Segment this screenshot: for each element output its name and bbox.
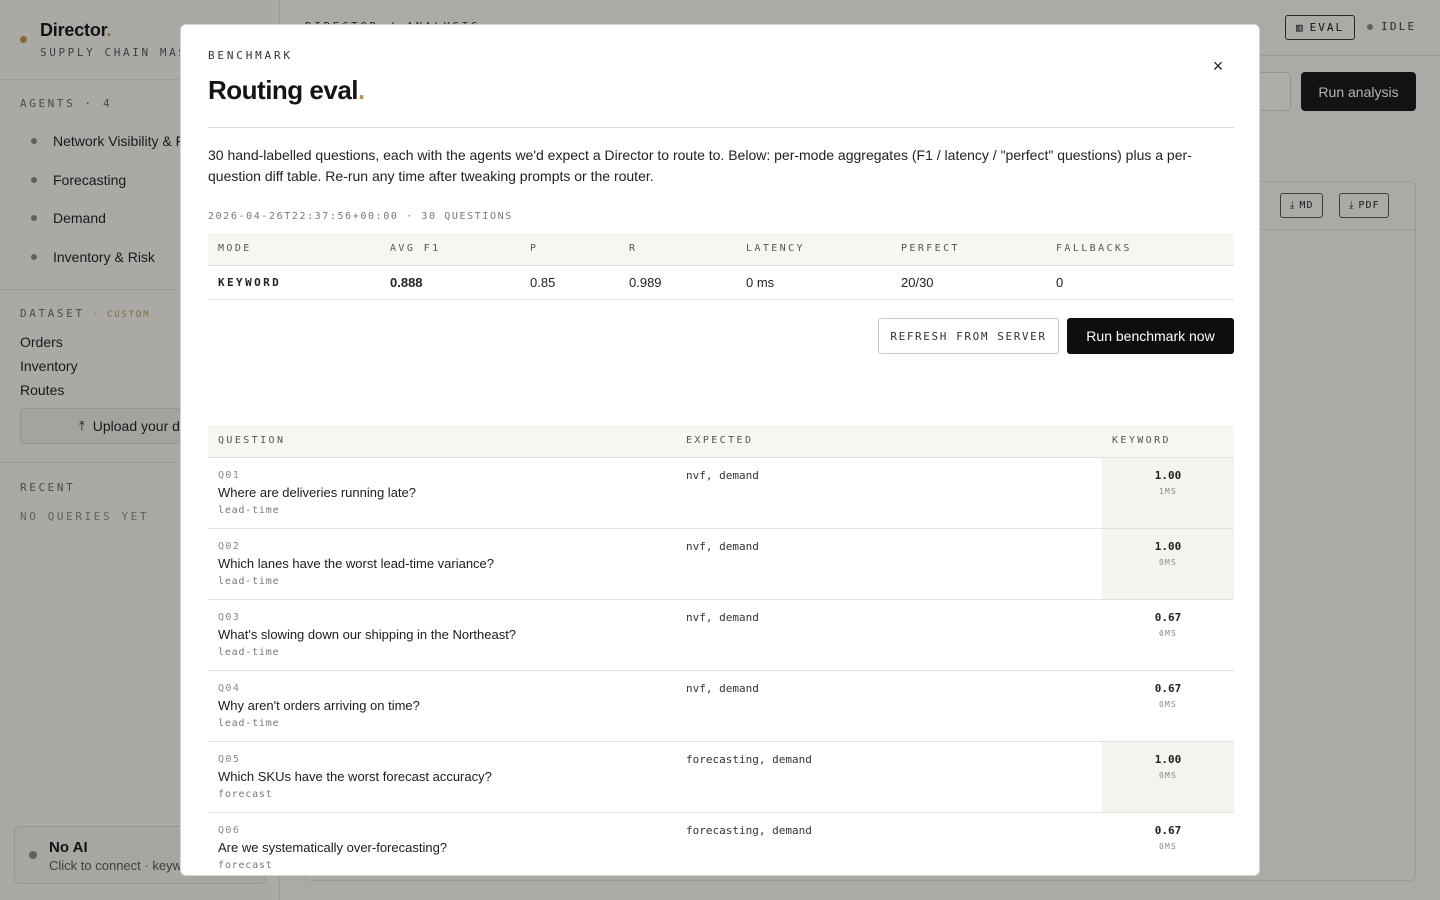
aggregate-row: KEYWORD 0.888 0.85 0.989 0 ms 20/30 0 <box>208 265 1234 300</box>
table-row[interactable]: Q02 Which lanes have the worst lead-time … <box>208 528 1234 600</box>
question-id: Q03 <box>218 611 241 623</box>
question-cell: Q03 What's slowing down our shipping in t… <box>208 599 676 671</box>
latency-value: 0MS <box>1158 770 1178 780</box>
question-tag: forecast <box>218 859 273 871</box>
question-cell: Q01 Where are deliveries running late? lea… <box>208 457 676 529</box>
expected-agents: forecasting, demand <box>686 823 812 837</box>
modal-title: Routing eval. <box>208 75 365 105</box>
question-tag: lead-time <box>218 646 280 658</box>
question-cell: Q06 Are we systematically over-forecastin… <box>208 812 676 875</box>
question-tag: forecast <box>218 788 273 800</box>
f1-score: 0.67 <box>1154 610 1182 624</box>
expected-cell: forecasting, demand <box>676 741 1102 813</box>
expected-cell: nvf, demand <box>676 670 1102 742</box>
col-question: QUESTION <box>208 425 676 458</box>
close-icon[interactable]: × <box>1205 53 1231 79</box>
col-mode: MODE <box>208 233 380 266</box>
expected-cell: forecasting, demand <box>676 812 1102 875</box>
table-row[interactable]: Q03 What's slowing down our shipping in t… <box>208 599 1234 671</box>
question-id: Q01 <box>218 469 241 481</box>
agg-fallbacks: 0 <box>1046 265 1234 300</box>
aggregate-header-row: MODE AVG F1 P R LATENCY PERFECT FALLBACK… <box>208 233 1234 266</box>
expected-agents: nvf, demand <box>686 468 759 482</box>
latency-value: 0MS <box>1158 841 1178 851</box>
expected-cell: nvf, demand <box>676 599 1102 671</box>
keyword-score-cell: 1.00 0MS <box>1102 528 1234 600</box>
question-cell: Q02 Which lanes have the worst lead-time … <box>208 528 676 600</box>
f1-score: 1.00 <box>1154 752 1182 766</box>
benchmark-modal: BENCHMARK Routing eval. × 30 hand-labell… <box>180 24 1260 876</box>
keyword-score-cell: 0.67 0MS <box>1102 670 1234 742</box>
expected-agents: forecasting, demand <box>686 752 812 766</box>
question-text: Which lanes have the worst lead-time var… <box>218 555 495 571</box>
agg-latency: 0 ms <box>736 265 891 300</box>
latency-value: 0MS <box>1158 628 1178 638</box>
table-row[interactable]: Q04 Why aren't orders arriving on time? le… <box>208 670 1234 742</box>
agg-perfect: 20/30 <box>891 265 1046 300</box>
aggregate-table: MODE AVG F1 P R LATENCY PERFECT FALLBACK… <box>208 233 1234 300</box>
f1-score: 0.67 <box>1154 681 1182 695</box>
latency-value: 1MS <box>1158 486 1178 496</box>
modal-divider <box>208 127 1234 128</box>
question-text: Where are deliveries running late? <box>218 484 416 500</box>
f1-score: 0.67 <box>1154 823 1182 837</box>
table-row[interactable]: Q06 Are we systematically over-forecastin… <box>208 812 1234 875</box>
f1-score: 1.00 <box>1154 468 1182 482</box>
col-avg-f1: AVG F1 <box>380 233 520 266</box>
table-row[interactable]: Q05 Which SKUs have the worst forecast ac… <box>208 741 1234 813</box>
modal-description: 30 hand-labelled questions, each with th… <box>208 147 1192 184</box>
col-latency: LATENCY <box>736 233 891 266</box>
col-fallbacks: FALLBACKS <box>1046 233 1234 266</box>
latency-value: 0MS <box>1158 557 1178 567</box>
question-cell: Q05 Which SKUs have the worst forecast ac… <box>208 741 676 813</box>
question-text: Are we systematically over-forecasting? <box>218 839 448 855</box>
expected-cell: nvf, demand <box>676 528 1102 600</box>
question-header-row: QUESTION EXPECTED KEYWORD <box>208 425 1234 458</box>
question-tag: lead-time <box>218 575 280 587</box>
col-expected: EXPECTED <box>676 425 1102 458</box>
question-table-body: Q01 Where are deliveries running late? lea… <box>208 457 1234 875</box>
agg-f1: 0.888 <box>380 265 520 300</box>
run-meta: 2026-04-26T22:37:56+00:00 · 30 QUESTIONS <box>208 211 513 222</box>
keyword-score-cell: 0.67 0MS <box>1102 599 1234 671</box>
col-precision: P <box>520 233 619 266</box>
f1-score: 1.00 <box>1154 539 1182 553</box>
keyword-score-cell: 1.00 1MS <box>1102 457 1234 529</box>
refresh-from-server-button[interactable]: REFRESH FROM SERVER <box>878 318 1059 354</box>
question-id: Q06 <box>218 824 241 836</box>
question-id: Q05 <box>218 753 241 765</box>
question-table: QUESTION EXPECTED KEYWORD Q01 Where are d… <box>208 425 1234 875</box>
expected-agents: nvf, demand <box>686 681 759 695</box>
modal-eyebrow: BENCHMARK <box>208 49 293 62</box>
table-row[interactable]: Q01 Where are deliveries running late? lea… <box>208 457 1234 529</box>
agg-recall: 0.989 <box>619 265 736 300</box>
col-perfect: PERFECT <box>891 233 1046 266</box>
question-id: Q02 <box>218 540 241 552</box>
question-cell: Q04 Why aren't orders arriving on time? le… <box>208 670 676 742</box>
col-recall: R <box>619 233 736 266</box>
question-text: What's slowing down our shipping in the … <box>218 626 517 642</box>
expected-agents: nvf, demand <box>686 610 759 624</box>
expected-agents: nvf, demand <box>686 539 759 553</box>
run-benchmark-button[interactable]: Run benchmark now <box>1067 318 1234 354</box>
question-id: Q04 <box>218 682 241 694</box>
question-text: Which SKUs have the worst forecast accur… <box>218 768 492 784</box>
keyword-score-cell: 1.00 0MS <box>1102 741 1234 813</box>
expected-cell: nvf, demand <box>676 457 1102 529</box>
question-tag: lead-time <box>218 504 280 516</box>
col-keyword: KEYWORD <box>1102 425 1234 458</box>
agg-mode: KEYWORD <box>208 265 380 300</box>
latency-value: 0MS <box>1158 699 1178 709</box>
question-text: Why aren't orders arriving on time? <box>218 697 420 713</box>
agg-precision: 0.85 <box>520 265 619 300</box>
question-tag: lead-time <box>218 717 280 729</box>
keyword-score-cell: 0.67 0MS <box>1102 812 1234 875</box>
